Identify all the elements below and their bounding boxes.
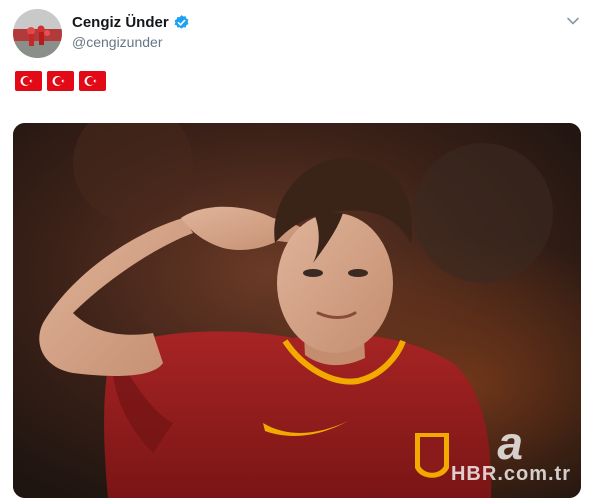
turkey-flag-icon	[79, 71, 106, 91]
avatar[interactable]	[13, 9, 62, 58]
turkey-flag-icon	[47, 71, 74, 91]
author-row: Cengiz Ünder	[72, 14, 190, 31]
tweet-text	[15, 71, 106, 91]
watermark-logo: a	[497, 417, 523, 469]
author-handle[interactable]: @cengizunder	[72, 34, 163, 50]
watermark-text: HBR.com.tr	[450, 463, 571, 485]
tweet-card: Cengiz Ünder @cengizunder a HBR.com.tr	[0, 0, 600, 498]
author-name[interactable]: Cengiz Ünder	[72, 14, 169, 31]
tweet-media[interactable]: a HBR.com.tr	[13, 123, 581, 498]
avatar-image	[13, 9, 62, 58]
watermark: a HBR.com.tr	[450, 417, 571, 486]
chevron-down-icon[interactable]	[566, 14, 580, 28]
verified-badge-icon	[174, 15, 189, 29]
turkey-flag-icon	[15, 71, 42, 91]
